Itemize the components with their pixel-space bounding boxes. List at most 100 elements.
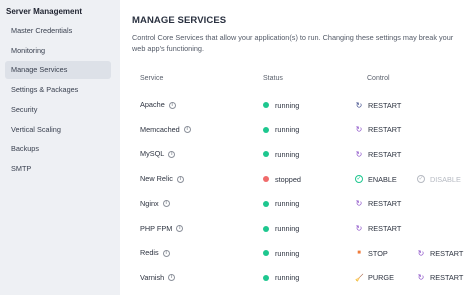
sidebar-item-vertical-scaling[interactable]: Vertical Scaling: [5, 121, 111, 139]
sidebar: Server Management Master Credentials Moni…: [0, 0, 114, 295]
sidebar-item-monitoring[interactable]: Monitoring: [5, 42, 111, 60]
info-icon[interactable]: i: [183, 126, 191, 134]
restart-button[interactable]: ↻ RESTART: [355, 93, 402, 117]
status-running-dot-icon: [263, 102, 269, 108]
control-label: RESTART: [368, 224, 402, 233]
info-icon[interactable]: i: [168, 101, 176, 109]
status-running-dot-icon: [263, 225, 269, 232]
table-row: Apache i running ↻ RESTART: [120, 93, 474, 117]
control-label: RESTART: [368, 199, 402, 209]
service-name: PHP FPM i: [140, 217, 184, 241]
enable-check-icon: ✓: [355, 175, 363, 184]
control-label: ENABLE: [368, 174, 397, 184]
restart-button[interactable]: ↻ RESTART: [355, 142, 402, 166]
restart-button[interactable]: ↻ RESTART: [355, 192, 402, 216]
sidebar-title: Server Management: [6, 7, 83, 16]
control-label: DISABLE: [430, 174, 461, 184]
info-icon[interactable]: i: [168, 274, 176, 282]
enable-button[interactable]: ✓ ENABLE: [355, 167, 397, 191]
status-label: stopped: [275, 174, 301, 184]
page-description: Control Core Services that allow your ap…: [132, 33, 454, 53]
purge-broom-icon: 🧹: [355, 274, 364, 282]
service-name: Redis i: [140, 241, 170, 265]
status-badge: stopped: [263, 167, 301, 191]
sidebar-item-backups[interactable]: Backups: [5, 140, 111, 158]
table-row: Varnish i running 🧹 PURGE ↻ RESTART: [120, 266, 474, 290]
control-label: RESTART: [368, 125, 402, 135]
status-label: running: [275, 199, 300, 209]
service-name-label: Nginx: [140, 198, 159, 208]
restart-icon: ↻: [355, 100, 363, 110]
service-name: Varnish i: [140, 266, 176, 290]
control-label: RESTART: [430, 273, 464, 283]
status-label: running: [275, 248, 300, 258]
control-label: RESTART: [368, 100, 402, 110]
restart-icon: ↻: [417, 248, 425, 258]
restart-icon: ↻: [355, 125, 363, 135]
status-running-dot-icon: [263, 250, 269, 257]
service-name-label: PHP FPM: [140, 223, 173, 233]
sidebar-item-security[interactable]: Security: [5, 101, 111, 119]
info-icon[interactable]: i: [162, 249, 170, 257]
restart-button[interactable]: ↻ RESTART: [417, 241, 464, 265]
status-badge: running: [263, 93, 299, 117]
column-header-status: Status: [263, 75, 283, 82]
table-row: PHP FPM i running ↻ RESTART: [120, 217, 474, 241]
service-name-label: Redis: [140, 248, 159, 258]
status-running-dot-icon: [263, 151, 269, 158]
restart-button[interactable]: ↻ RESTART: [417, 266, 464, 290]
service-name-label: Apache: [140, 100, 165, 109]
status-running-dot-icon: [263, 200, 269, 207]
table-row: New Relic i stopped ✓ ENABLE ✓ DISABLE: [120, 167, 474, 191]
info-icon[interactable]: i: [176, 225, 184, 232]
control-label: PURGE: [368, 273, 394, 283]
column-header-control: Control: [367, 75, 390, 82]
status-stopped-dot-icon: [263, 176, 269, 183]
service-name: Apache i: [140, 93, 176, 117]
service-name: MySQL i: [140, 142, 176, 166]
sidebar-item-manage-services[interactable]: Manage Services: [5, 61, 111, 80]
restart-icon: ↻: [355, 199, 363, 209]
control-label: RESTART: [430, 248, 464, 258]
disable-button: ✓ DISABLE: [417, 167, 461, 191]
table-row: Redis i running ■ STOP ↻ RESTART: [120, 241, 474, 265]
service-name: New Relic i: [140, 167, 184, 191]
restart-icon: ↻: [355, 149, 363, 159]
info-icon[interactable]: i: [176, 175, 184, 183]
status-label: running: [275, 224, 300, 233]
table-row: Memcached i running ↻ RESTART: [120, 118, 474, 142]
disable-check-icon: ✓: [417, 175, 425, 184]
restart-button[interactable]: ↻ RESTART: [355, 217, 402, 241]
service-name: Nginx i: [140, 192, 170, 216]
sidebar-item-smtp[interactable]: SMTP: [5, 160, 111, 178]
stop-button[interactable]: ■ STOP: [355, 241, 388, 265]
info-icon[interactable]: i: [162, 200, 170, 208]
service-name-label: Memcached: [140, 124, 180, 134]
restart-icon: ↻: [355, 224, 363, 233]
service-name-label: Varnish: [140, 272, 165, 282]
sidebar-item-settings-packages[interactable]: Settings & Packages: [5, 81, 111, 99]
status-badge: running: [263, 241, 299, 265]
status-badge: running: [263, 266, 299, 290]
status-badge: running: [263, 217, 299, 241]
sidebar-item-master-credentials[interactable]: Master Credentials: [5, 22, 111, 40]
restart-icon: ↻: [417, 273, 425, 283]
status-badge: running: [263, 118, 299, 142]
status-badge: running: [263, 192, 299, 216]
status-badge: running: [263, 142, 299, 166]
manage-services-panel: MANAGE SERVICES Control Core Services th…: [120, 0, 474, 295]
control-label: RESTART: [368, 149, 402, 159]
status-label: running: [275, 149, 300, 159]
status-label: running: [275, 273, 300, 283]
restart-button[interactable]: ↻ RESTART: [355, 118, 402, 142]
control-label: STOP: [368, 248, 388, 258]
stop-icon: ■: [357, 250, 361, 257]
status-label: running: [275, 100, 300, 110]
page-title: MANAGE SERVICES: [132, 15, 227, 26]
purge-button[interactable]: 🧹 PURGE: [355, 266, 394, 290]
column-header-service: Service: [140, 75, 164, 82]
service-name-label: New Relic: [140, 174, 173, 184]
service-name: Memcached i: [140, 118, 191, 142]
table-row: Nginx i running ↻ RESTART: [120, 192, 474, 216]
info-icon[interactable]: i: [168, 150, 176, 158]
